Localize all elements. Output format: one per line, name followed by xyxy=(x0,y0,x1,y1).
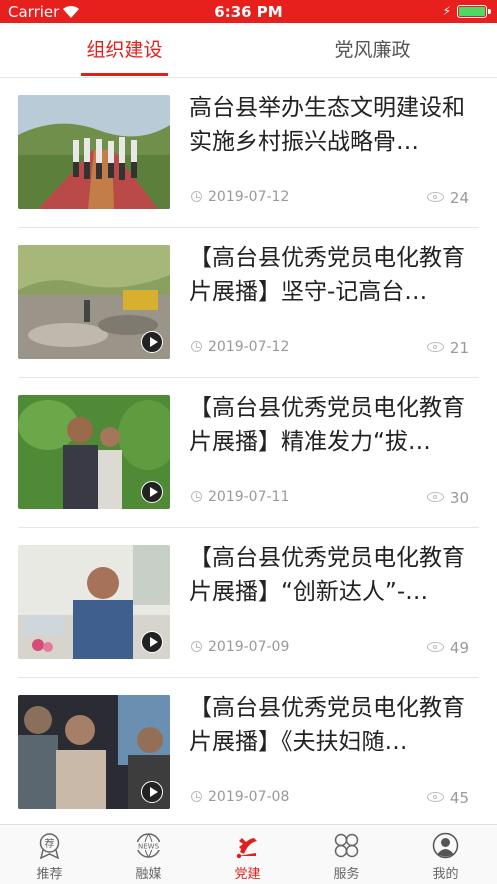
nav-label: 推荐 xyxy=(36,867,63,882)
nav-mine[interactable]: 我的 xyxy=(396,825,495,884)
nav-label: 我的 xyxy=(432,867,459,882)
clock-icon xyxy=(191,491,202,502)
nav-service[interactable]: 服务 xyxy=(297,825,396,884)
article-thumbnail xyxy=(18,95,170,209)
article-views: 21 xyxy=(426,339,469,357)
charging-icon: ⚡ xyxy=(442,4,451,18)
user-profile-icon xyxy=(432,832,459,859)
article-item[interactable]: 【高台县优秀党员电化教育片展播】《夫扶妇随… 2019-07-08 45 xyxy=(0,678,497,828)
eye-icon xyxy=(426,792,444,802)
nav-recommend[interactable]: 荐 推荐 xyxy=(0,825,99,884)
article-views-count: 21 xyxy=(449,339,469,357)
article-date: 2019-07-11 xyxy=(191,489,289,505)
status-time: 6:36 PM xyxy=(214,3,283,21)
article-date-text: 2019-07-12 xyxy=(208,339,290,355)
article-title: 【高台县优秀党员电化教育片展播】“创新达人”-… xyxy=(189,545,465,605)
article-title: 【高台县优秀党员电化教育片展播】坚守-记高台… xyxy=(189,245,465,305)
article-views-count: 49 xyxy=(449,639,469,657)
nav-label: 党建 xyxy=(234,867,261,882)
active-tab-indicator xyxy=(81,73,168,76)
eye-icon xyxy=(426,342,444,352)
article-date-text: 2019-07-09 xyxy=(208,639,290,655)
article-date: 2019-07-09 xyxy=(191,639,289,655)
nav-media[interactable]: NEWS 融媒 xyxy=(99,825,198,884)
clock-icon xyxy=(191,791,202,802)
article-title: 【高台县优秀党员电化教育片展播】精准发力“拔… xyxy=(189,395,465,455)
article-title: 【高台县优秀党员电化教育片展播】《夫扶妇随… xyxy=(189,695,465,755)
bottom-tab-bar: 荐 推荐 NEWS 融媒 党建 服务 我的 xyxy=(0,824,497,884)
nav-party-building[interactable]: 党建 xyxy=(198,825,297,884)
article-date-text: 2019-07-11 xyxy=(208,489,290,505)
play-icon[interactable] xyxy=(141,781,163,803)
party-emblem-icon xyxy=(236,838,257,859)
svg-text:荐: 荐 xyxy=(45,838,55,850)
article-date: 2019-07-12 xyxy=(191,339,289,355)
service-grid-icon xyxy=(334,833,359,858)
article-date: 2019-07-12 xyxy=(191,189,289,205)
article-item[interactable]: 【高台县优秀党员电化教育片展播】“创新达人”-… 2019-07-09 49 xyxy=(0,528,497,678)
nav-label: 服务 xyxy=(333,867,360,882)
article-title: 高台县举办生态文明建设和实施乡村振兴战略骨… xyxy=(189,95,465,155)
article-views: 30 xyxy=(426,489,469,507)
eye-icon xyxy=(426,642,444,652)
article-views: 24 xyxy=(426,189,469,207)
article-item[interactable]: 【高台县优秀党员电化教育片展播】坚守-记高台… 2019-07-12 21 xyxy=(0,228,497,378)
status-bar: Carrier 6:36 PM ⚡ xyxy=(0,0,497,23)
play-icon[interactable] xyxy=(141,481,163,503)
nav-label: 融媒 xyxy=(135,867,162,882)
article-views-count: 45 xyxy=(449,789,469,807)
category-tabs: 组织建设 党风廉政 xyxy=(0,23,497,78)
news-globe-icon: NEWS xyxy=(136,833,161,858)
recommend-badge-icon: 荐 xyxy=(39,833,60,859)
article-thumbnail xyxy=(18,395,170,509)
article-date-text: 2019-07-12 xyxy=(208,189,290,205)
play-icon[interactable] xyxy=(141,331,163,353)
article-item[interactable]: 高台县举办生态文明建设和实施乡村振兴战略骨… 2019-07-12 24 xyxy=(0,78,497,228)
article-date-text: 2019-07-08 xyxy=(208,789,290,805)
article-views-count: 24 xyxy=(449,189,469,207)
clock-icon xyxy=(191,191,202,202)
article-views: 45 xyxy=(426,789,469,807)
play-icon[interactable] xyxy=(141,631,163,653)
article-views: 49 xyxy=(426,639,469,657)
article-date: 2019-07-08 xyxy=(191,789,289,805)
battery-icon xyxy=(457,5,491,18)
svg-text:NEWS: NEWS xyxy=(138,843,160,851)
article-thumbnail xyxy=(18,695,170,809)
eye-icon xyxy=(426,492,444,502)
tab-organization-building[interactable]: 组织建设 xyxy=(56,23,193,77)
article-thumbnail xyxy=(18,245,170,359)
eye-icon xyxy=(426,192,444,202)
clock-icon xyxy=(191,341,202,352)
article-views-count: 30 xyxy=(449,489,469,507)
clock-icon xyxy=(191,641,202,652)
article-thumbnail xyxy=(18,545,170,659)
article-item[interactable]: 【高台县优秀党员电化教育片展播】精准发力“拔… 2019-07-11 30 xyxy=(0,378,497,528)
tab-party-integrity[interactable]: 党风廉政 xyxy=(304,23,441,77)
